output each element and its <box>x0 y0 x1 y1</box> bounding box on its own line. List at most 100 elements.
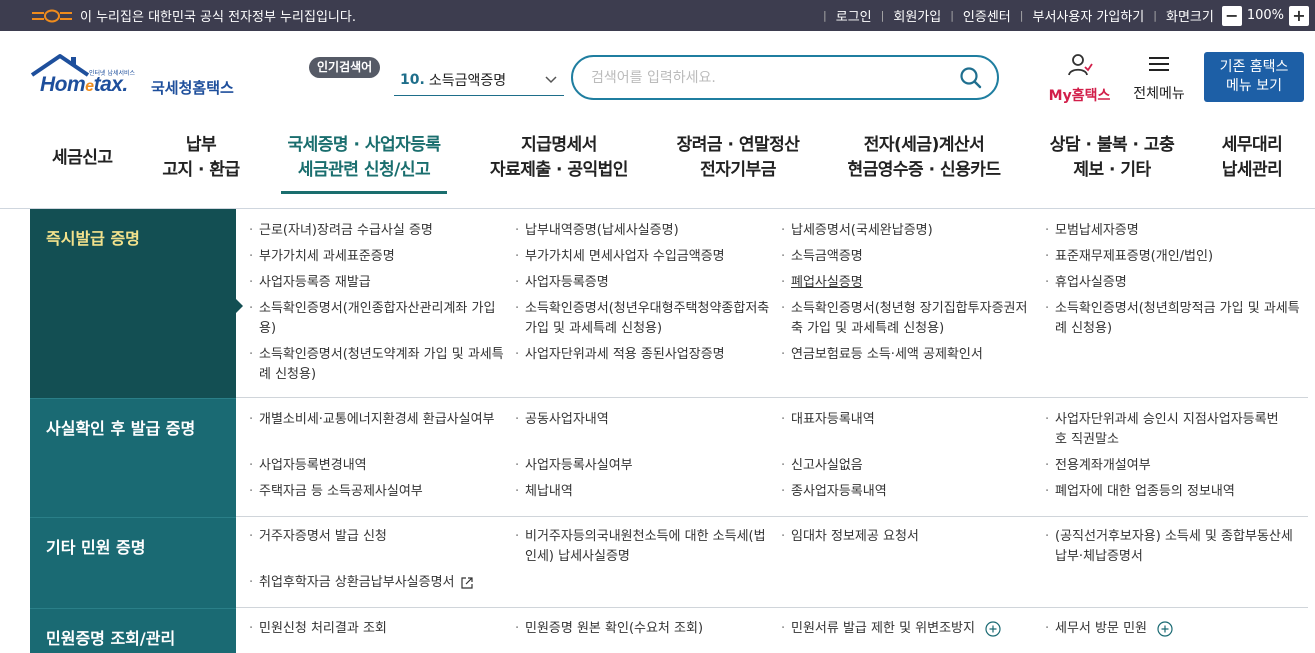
popular-rank: 10. <box>400 72 425 88</box>
hometax-logo[interactable]: 인터넷 납세서비스 Hometax. 국세청홈택스 <box>30 53 245 103</box>
login-link[interactable]: 로그인 <box>836 6 872 25</box>
nav-tax-agent[interactable]: 세무대리 납세관리 <box>1218 133 1286 183</box>
menu-item[interactable]: 모범납세자증명 <box>1045 221 1295 241</box>
menu-item[interactable]: 주택자금 등 소득공제사실여부 <box>249 482 499 502</box>
menu-item[interactable]: 표준재무제표증명(개인/법인) <box>1045 247 1295 267</box>
chevron-down-icon <box>545 76 557 84</box>
menu-item[interactable]: 민원증명 원본 확인(수요처 조회) <box>515 619 765 639</box>
expand-plus-icon[interactable] <box>985 620 1001 637</box>
menu-item[interactable]: 사업자등록변경내역 <box>249 456 499 476</box>
gov-notice: 이 누리집은 대한민국 공식 전자정부 누리집입니다. <box>80 10 356 25</box>
nav-certificates-l2: 세금관련 신청/신고 <box>297 160 431 180</box>
menu-item[interactable]: 소득확인증명서(청년형 장기집합투자증권저축 가입 및 과세특례 신청용) <box>781 299 1033 339</box>
main-navigation: 세금신고 납부 고지 · 환급 국세증명 · 사업자등록 세금관련 신청/신고 … <box>0 123 1315 209</box>
site-header: 인터넷 납세서비스 Hometax. 국세청홈택스 인기검색어 10. 소득금액… <box>0 31 1315 123</box>
menu-item[interactable]: 소득금액증명 <box>781 247 1031 267</box>
menu-item-label: (공직선거후보자용) 소득세 및 종합부동산세 납부·체납증명서 <box>1055 529 1293 564</box>
menu-item[interactable]: 사업자단위과세 승인시 지점사업자등록번호 직권말소 <box>1045 410 1289 450</box>
active-tab-underline <box>281 191 447 194</box>
old-home-line2: 메뉴 보기 <box>1226 78 1282 94</box>
menu-item[interactable]: 전용계좌개설여부 <box>1045 456 1295 476</box>
nav-consultation[interactable]: 상담 · 불복 · 고충 제보 · 기타 <box>1046 133 1178 183</box>
cert-center-link[interactable]: 인증센터 <box>963 6 1011 25</box>
menu-item[interactable]: 부가가치세 면세사업자 수입금액증명 <box>515 247 765 267</box>
user-icon <box>1067 54 1093 76</box>
expand-plus-icon[interactable] <box>1157 620 1173 637</box>
menu-item-label: 근로(자녀)장려금 수급사실 증명 <box>259 223 433 238</box>
menu-item[interactable]: 부가가치세 과세표준증명 <box>249 247 499 267</box>
menu-item[interactable]: 체납내역 <box>515 482 765 502</box>
hamburger-icon <box>1149 57 1169 71</box>
zoom-in-button[interactable]: + <box>1289 5 1309 26</box>
category-instant-issue[interactable]: 즉시발급 증명 <box>30 209 236 398</box>
menu-item-external[interactable]: 취업후학자금 상환금납부사실증명서 <box>249 573 511 593</box>
menu-item[interactable]: 공동사업자내역 <box>515 410 765 430</box>
menu-item-label: 소득확인증명서(청년우대형주택청약종합저축 가입 및 과세특례 신청용) <box>525 301 770 336</box>
nav-payment-statements-l2: 자료제출 · 공익법인 <box>490 160 628 180</box>
menu-item[interactable]: 개별소비세·교통에너지환경세 환급사실여부 <box>249 410 499 430</box>
submenu-panel: 즉시발급 증명 사실확인 후 발급 증명 기타 민원 증명 민원증명 조회/관리… <box>30 209 1308 653</box>
search-icon[interactable] <box>959 66 983 90</box>
category-verify-issue[interactable]: 사실확인 후 발급 증명 <box>30 398 236 517</box>
nav-payment-statements[interactable]: 지급명세서 자료제출 · 공익법인 <box>486 133 632 183</box>
menu-item-label: 취업후학자금 상환금납부사실증명서 <box>259 575 455 590</box>
menu-item[interactable]: 거주자증명서 발급 신청 <box>249 527 499 547</box>
menu-item-label: 소득금액증명 <box>791 249 863 264</box>
menu-item[interactable]: 사업자등록증 재발급 <box>249 273 499 293</box>
zoom-out-button[interactable]: − <box>1221 5 1242 26</box>
menu-item-label: 사업자단위과세 적용 종된사업장증명 <box>525 347 725 362</box>
menu-item[interactable]: 종사업자등록내역 <box>781 482 1031 502</box>
old-homepage-button[interactable]: 기존 홈택스 메뉴 보기 <box>1204 52 1304 102</box>
menu-item[interactable]: 비거주자등의국내원천소득에 대한 소득세(법인세) 납세사실증명 <box>515 527 771 567</box>
menu-item-expandable[interactable]: 민원서류 발급 제한 및 위변조방지 <box>781 619 1043 639</box>
menu-item-label: 종사업자등록내역 <box>791 484 887 499</box>
menu-item[interactable]: (공직선거후보자용) 소득세 및 종합부동산세 납부·체납증명서 <box>1045 527 1297 567</box>
menu-item[interactable]: 대표자등록내역 <box>781 410 1031 430</box>
menu-item[interactable]: 사업자등록증명 <box>515 273 765 293</box>
my-hometax-button[interactable]: My홈택스 <box>1042 53 1117 105</box>
all-menu-button[interactable]: 전체메뉴 <box>1126 53 1192 105</box>
menu-item-label: 소득확인증명서(청년도약계좌 가입 및 과세특례 신청용) <box>259 347 504 382</box>
menu-item[interactable]: 연금보험료등 소득·세액 공제확인서 <box>781 345 1031 365</box>
nav-tax-agent-l2: 납세관리 <box>1221 160 1283 180</box>
menu-item[interactable]: 사업자등록사실여부 <box>515 456 765 476</box>
menu-item[interactable]: 납세증명서(국세완납증명) <box>781 221 1031 241</box>
category-inquiry-manage[interactable]: 민원증명 조회/관리 <box>30 608 236 653</box>
menu-item[interactable]: 소득확인증명서(청년도약계좌 가입 및 과세특례 신청용) <box>249 345 505 385</box>
category-other-civil[interactable]: 기타 민원 증명 <box>30 517 236 608</box>
nav-incentives-l2: 전자기부금 <box>700 160 776 180</box>
menu-item-label: 휴업사실증명 <box>1055 275 1127 290</box>
menu-item-label: 공동사업자내역 <box>525 412 609 427</box>
nav-certificates[interactable]: 국세증명 · 사업자등록 세금관련 신청/신고 <box>281 133 447 194</box>
nav-payment[interactable]: 납부 고지 · 환급 <box>160 133 242 183</box>
menu-item[interactable]: 휴업사실증명 <box>1045 273 1295 293</box>
nav-e-invoice[interactable]: 전자(세금)계산서 현금영수증 · 신용카드 <box>843 133 1005 183</box>
menu-item[interactable]: 소득확인증명서(개인종합자산관리계좌 가입용) <box>249 299 501 339</box>
menu-item[interactable]: 임대차 정보제공 요청서 <box>781 527 1031 547</box>
nav-tax-filing[interactable]: 세금신고 <box>52 146 113 171</box>
popular-term: 소득금액증명 <box>428 73 507 89</box>
menu-item-expandable[interactable]: 세무서 방문 민원 <box>1045 619 1295 639</box>
search-input[interactable] <box>591 67 951 89</box>
menu-item-label: 임대차 정보제공 요청서 <box>791 529 919 544</box>
signup-link[interactable]: 회원가입 <box>893 6 941 25</box>
screen-size-label: 화면크기 <box>1165 10 1214 25</box>
menu-item[interactable]: 신고사실없음 <box>781 456 1031 476</box>
menu-item[interactable]: 소득확인증명서(청년우대형주택청약종합저축 가입 및 과세특례 신청용) <box>515 299 771 339</box>
dept-user-signup-link[interactable]: 부서사용자 가입하기 <box>1032 6 1144 25</box>
menu-item[interactable]: 납부내역증명(납세사실증명) <box>515 221 765 241</box>
menu-item-hovered[interactable]: 폐업사실증명 <box>781 273 1031 293</box>
menu-item[interactable]: 민원신청 처리결과 조회 <box>249 619 499 639</box>
menu-item[interactable]: 소득확인증명서(청년희망적금 가입 및 과세특례 신청용) <box>1045 299 1303 339</box>
menu-item[interactable]: 근로(자녀)장려금 수급사실 증명 <box>249 221 499 241</box>
menu-item[interactable]: 폐업자에 대한 업종등의 정보내역 <box>1045 482 1295 502</box>
all-menu-label: 전체메뉴 <box>1133 86 1185 102</box>
menu-item[interactable]: 사업자단위과세 적용 종된사업장증명 <box>515 345 765 365</box>
old-home-line1: 기존 홈택스 <box>1219 59 1289 75</box>
popular-search-dropdown[interactable]: 10. 소득금액증명 <box>394 65 564 96</box>
menu-item-label: 사업자등록증명 <box>525 275 609 290</box>
menu-item-label: 체납내역 <box>525 484 573 499</box>
nav-tax-filing-label: 세금신고 <box>52 148 113 168</box>
nav-incentives[interactable]: 장려금 · 연말정산 전자기부금 <box>674 133 802 183</box>
nav-e-invoice-l1: 전자(세금)계산서 <box>863 135 985 155</box>
